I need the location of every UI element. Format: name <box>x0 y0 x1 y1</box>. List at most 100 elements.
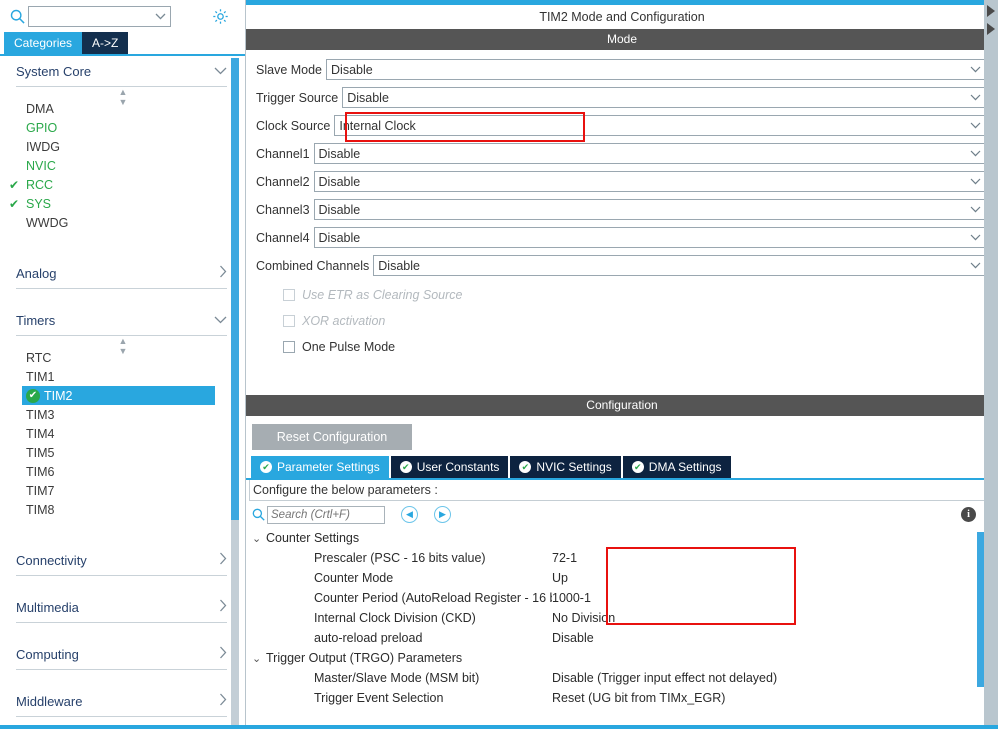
ip-label: TIM7 <box>26 483 55 498</box>
tab-a-to-z[interactable]: A->Z <box>82 32 129 54</box>
ip-search-combo[interactable] <box>28 5 171 27</box>
sidebar-group-label: Timers <box>16 312 56 328</box>
tab-categories[interactable]: Categories <box>4 32 83 54</box>
chevron-down-icon[interactable] <box>214 313 227 327</box>
param-row-counter-mode[interactable]: Counter Mode Up <box>252 568 998 588</box>
ip-item-tim3[interactable]: ✔TIM3 <box>0 405 245 424</box>
parameter-search-input[interactable] <box>268 506 385 523</box>
reset-configuration-button[interactable]: Reset Configuration <box>252 424 412 450</box>
chevron-left-circle-icon[interactable]: ◀ <box>401 506 418 523</box>
sidebar-scrollbar-track[interactable] <box>231 58 239 727</box>
chevron-down-icon[interactable] <box>155 7 166 26</box>
chevron-right-circle-icon[interactable]: ▶ <box>434 506 451 523</box>
checkbox-xor-activation[interactable] <box>283 315 295 327</box>
channel2-select[interactable]: Disable <box>313 171 988 192</box>
param-row-internal-clock-division[interactable]: Internal Clock Division (CKD) No Divisio… <box>252 608 998 628</box>
param-row-auto-reload-preload[interactable]: auto-reload preload Disable <box>252 628 998 648</box>
ip-search-input[interactable] <box>29 6 152 26</box>
param-value[interactable]: Reset (UG bit from TIMx_EGR) <box>552 691 725 705</box>
sidebar-group-multimedia[interactable]: Multimedia <box>16 592 227 623</box>
param-value[interactable]: 1000-1 <box>552 591 591 605</box>
sidebar-group-connectivity[interactable]: Connectivity <box>16 545 227 576</box>
chevron-right-icon[interactable] <box>219 646 227 662</box>
chevron-right-icon[interactable] <box>219 599 227 615</box>
ip-item-sys[interactable]: ✔ SYS <box>0 194 245 213</box>
combined-channels-select[interactable]: Disable <box>373 255 988 276</box>
gear-icon[interactable] <box>209 5 231 27</box>
chevron-down-icon[interactable]: ⌄ <box>252 652 266 665</box>
tab-user-constants[interactable]: ✔ User Constants <box>390 456 509 478</box>
param-row-counter-period[interactable]: Counter Period (AutoReload Register - 16… <box>252 588 998 608</box>
sidebar-group-system-core[interactable]: System Core <box>16 56 227 87</box>
tab-dma-settings[interactable]: ✔ DMA Settings <box>622 456 731 478</box>
param-value[interactable]: Up <box>552 571 568 585</box>
chevron-right-icon[interactable] <box>219 265 227 281</box>
parameter-search-box[interactable] <box>267 505 385 524</box>
chevron-right-icon[interactable] <box>219 552 227 568</box>
tab-nvic-settings[interactable]: ✔ NVIC Settings <box>510 456 621 478</box>
scroll-spinner-timers[interactable]: ▲ ▼ <box>0 336 245 356</box>
info-icon[interactable]: i <box>961 507 976 522</box>
param-row-prescaler[interactable]: Prescaler (PSC - 16 bits value) 72-1 <box>252 548 998 568</box>
trigger-source-select[interactable]: Disable <box>342 87 988 108</box>
collapse-panel-chevrons[interactable] <box>984 4 998 40</box>
sidebar-group-analog[interactable]: Analog <box>16 258 227 289</box>
field-label: Channel3 <box>256 202 310 217</box>
chevron-down-icon[interactable] <box>214 64 227 78</box>
chevron-down-icon[interactable] <box>970 116 981 135</box>
ip-label: TIM5 <box>26 445 55 460</box>
checkbox-use-etr[interactable] <box>283 289 295 301</box>
ip-item-gpio[interactable]: ✔GPIO <box>0 118 245 137</box>
chevron-down-icon[interactable] <box>970 256 981 275</box>
chevron-down-icon[interactable] <box>970 200 981 219</box>
chevron-down-icon[interactable] <box>970 228 981 247</box>
checkbox-row-one-pulse-mode[interactable]: One Pulse Mode <box>256 334 988 360</box>
chevron-down-icon[interactable]: ⌄ <box>252 532 266 545</box>
clock-source-select[interactable]: Internal Clock <box>334 115 988 136</box>
tree-group-trigger-output[interactable]: ⌄ Trigger Output (TRGO) Parameters <box>252 648 998 668</box>
window-bottom-accent <box>0 725 998 729</box>
param-value[interactable]: No Division <box>552 611 615 625</box>
param-value[interactable]: Disable <box>552 631 594 645</box>
ip-item-tim2[interactable]: ✔ TIM2 <box>22 386 215 405</box>
ip-item-nvic[interactable]: ✔NVIC <box>0 156 245 175</box>
ip-item-rcc[interactable]: ✔ RCC <box>0 175 245 194</box>
chevron-down-icon[interactable] <box>970 88 981 107</box>
checkbox-row-xor-activation[interactable]: XOR activation <box>256 308 988 334</box>
sidebar-group-computing[interactable]: Computing <box>16 639 227 670</box>
configuration-panel: Reset Configuration ✔ Parameter Settings… <box>246 416 998 729</box>
parameter-search-row: ◀ ▶ i <box>246 501 998 528</box>
checkbox-row-use-etr[interactable]: Use ETR as Clearing Source <box>256 282 988 308</box>
ip-item-tim7[interactable]: ✔TIM7 <box>0 481 245 500</box>
chevron-down-icon[interactable] <box>970 144 981 163</box>
ip-item-tim4[interactable]: ✔TIM4 <box>0 424 245 443</box>
ip-item-tim6[interactable]: ✔TIM6 <box>0 462 245 481</box>
ip-item-tim1[interactable]: ✔TIM1 <box>0 367 245 386</box>
sidebar-group-middleware[interactable]: Middleware <box>16 686 227 717</box>
ip-item-iwdg[interactable]: ✔IWDG <box>0 137 245 156</box>
scroll-spinner-up[interactable]: ▲ ▼ <box>0 87 245 107</box>
field-label: Channel1 <box>256 146 310 161</box>
ip-item-wwdg[interactable]: ✔WWDG <box>0 213 245 232</box>
ip-item-tim5[interactable]: ✔TIM5 <box>0 443 245 462</box>
param-row-master-slave-mode[interactable]: Master/Slave Mode (MSM bit) Disable (Tri… <box>252 668 998 688</box>
chevron-down-icon[interactable] <box>970 172 981 191</box>
field-label: Combined Channels <box>256 258 370 273</box>
param-value[interactable]: Disable (Trigger input effect not delaye… <box>552 671 777 685</box>
sidebar-group-timers[interactable]: Timers <box>16 305 227 336</box>
channel3-select[interactable]: Disable <box>313 199 988 220</box>
param-row-trigger-event-selection[interactable]: Trigger Event Selection Reset (UG bit fr… <box>252 688 998 708</box>
slave-mode-select[interactable]: Disable <box>326 59 988 80</box>
channel1-select[interactable]: Disable <box>313 143 988 164</box>
checkbox-one-pulse-mode[interactable] <box>283 341 295 353</box>
ip-item-tim8[interactable]: ✔TIM8 <box>0 500 245 519</box>
tree-group-counter-settings[interactable]: ⌄ Counter Settings <box>252 528 998 548</box>
chevron-right-icon[interactable] <box>219 693 227 709</box>
chevron-down-icon[interactable] <box>970 60 981 79</box>
param-value[interactable]: 72-1 <box>552 551 577 565</box>
sidebar-scrollbar-thumb[interactable] <box>231 58 239 520</box>
field-value: Disable <box>331 62 373 77</box>
tab-parameter-settings[interactable]: ✔ Parameter Settings <box>251 456 389 478</box>
panel-right-edge <box>984 0 998 729</box>
channel4-select[interactable]: Disable <box>313 227 988 248</box>
